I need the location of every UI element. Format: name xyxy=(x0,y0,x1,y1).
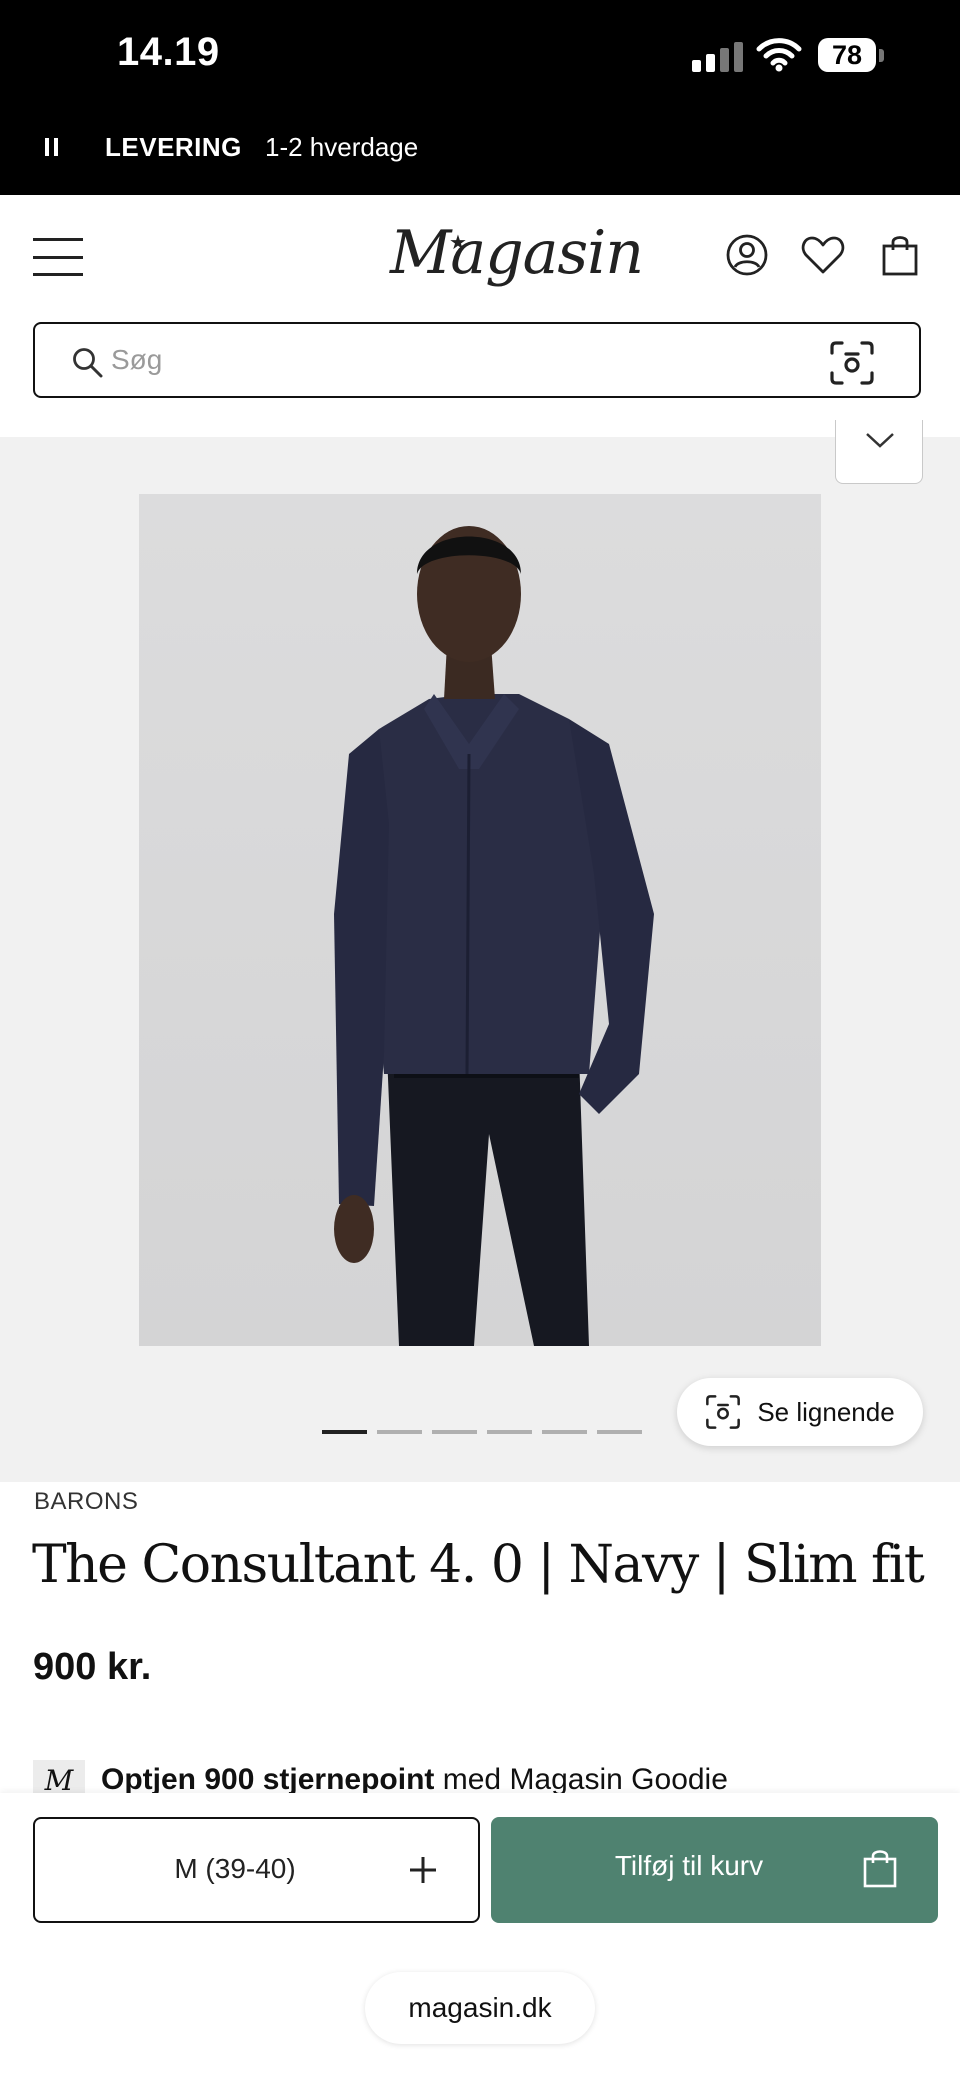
visual-search-icon xyxy=(706,1395,741,1429)
gallery-dot[interactable] xyxy=(597,1430,642,1434)
hamburger-menu-icon[interactable] xyxy=(33,238,83,276)
points-rest-text: med Magasin Goodie xyxy=(442,1763,728,1796)
search-input[interactable] xyxy=(111,342,811,378)
gallery-dot[interactable] xyxy=(432,1430,477,1434)
product-price: 900 kr. xyxy=(33,1646,152,1688)
collapse-tab[interactable] xyxy=(835,420,923,484)
visual-search-camera-icon[interactable] xyxy=(829,340,875,386)
add-to-cart-button[interactable]: Tilføj til kurv xyxy=(491,1817,938,1923)
gallery-dot[interactable] xyxy=(542,1430,587,1434)
wishlist-heart-icon[interactable] xyxy=(798,230,848,280)
see-similar-button[interactable]: Se lignende xyxy=(677,1378,923,1446)
pause-icon[interactable] xyxy=(45,138,59,158)
wifi-icon xyxy=(756,38,802,72)
shopping-bag-icon xyxy=(863,1850,897,1888)
add-to-cart-label: Tilføj til kurv xyxy=(614,1850,764,1881)
shopping-bag-icon[interactable] xyxy=(875,230,925,280)
announcement-text: 1-2 hverdage xyxy=(265,132,419,162)
size-value: M (39-40) xyxy=(174,1853,296,1884)
see-similar-label: Se lignende xyxy=(757,1396,895,1427)
model-photo-illustration xyxy=(334,526,654,1346)
product-brand[interactable]: BARONS xyxy=(34,1488,138,1516)
signal-icon xyxy=(692,42,743,72)
battery-tip xyxy=(879,49,884,62)
battery-icon: 78 xyxy=(818,38,876,72)
announcement-label: LEVERING xyxy=(105,132,242,162)
product-title: The Consultant 4. 0 | Navy | Slim fit xyxy=(32,1535,925,1595)
gallery-pagination[interactable] xyxy=(322,1430,642,1434)
browser-url-bar[interactable]: magasin.dk xyxy=(365,1972,595,2044)
points-bold-text: Optjen 900 stjernepoint xyxy=(101,1763,435,1796)
gallery-dot[interactable] xyxy=(487,1430,532,1434)
status-time: 14.19 xyxy=(117,30,220,74)
gallery-dot[interactable] xyxy=(377,1430,422,1434)
search-icon xyxy=(73,348,103,378)
chevron-down-icon xyxy=(866,433,894,448)
product-image[interactable] xyxy=(139,494,821,1346)
site-logo[interactable]: Magasin xyxy=(390,218,644,288)
logo-star-icon: ★ xyxy=(449,232,467,254)
search-bar[interactable] xyxy=(33,322,921,398)
plus-icon xyxy=(410,1857,436,1883)
gallery-dot[interactable] xyxy=(322,1430,367,1434)
size-selector[interactable]: M (39-40) xyxy=(33,1817,480,1923)
account-icon[interactable] xyxy=(722,230,772,280)
